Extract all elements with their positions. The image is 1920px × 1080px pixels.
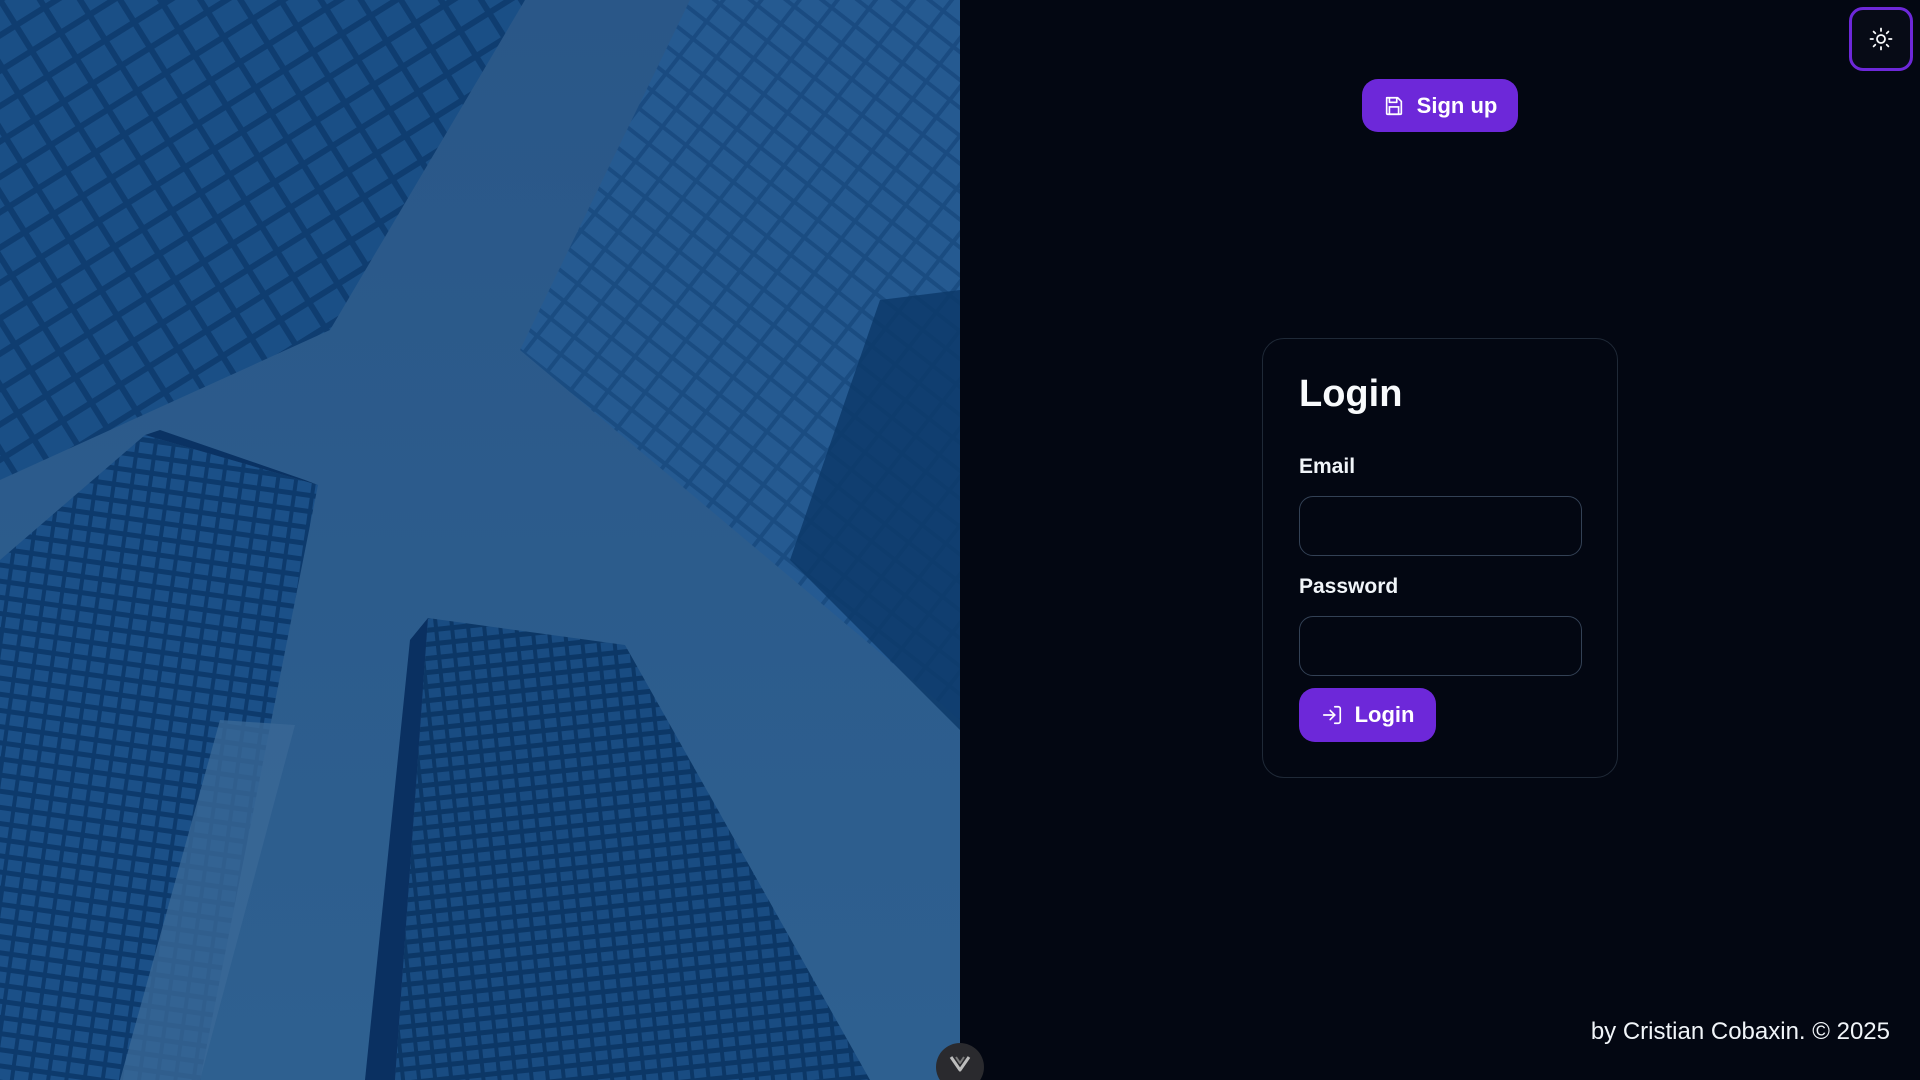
theme-toggle-button[interactable]	[1849, 7, 1913, 71]
hero-image	[0, 0, 960, 1080]
log-in-icon	[1322, 705, 1341, 725]
login-button[interactable]: Login	[1299, 688, 1436, 742]
password-field[interactable]	[1299, 616, 1582, 676]
save-icon	[1385, 96, 1402, 115]
email-field[interactable]	[1299, 496, 1582, 556]
page-root: Sign up Login Email Password Login by Cr…	[0, 0, 1920, 1080]
sun-icon	[1869, 27, 1893, 51]
skyscrapers-illustration	[0, 0, 960, 1080]
login-button-label: Login	[1354, 702, 1415, 727]
chevron-down-icon	[949, 1056, 971, 1072]
signup-label: Sign up	[1416, 92, 1498, 118]
login-title: Login	[1299, 373, 1403, 415]
email-label: Email	[1299, 455, 1356, 478]
password-label: Password	[1299, 575, 1399, 598]
login-card: Login Email Password Login	[1262, 338, 1618, 778]
signup-button[interactable]: Sign up	[1362, 79, 1518, 132]
footer-credit: by Cristian Cobaxin. © 2025	[1590, 1018, 1890, 1045]
